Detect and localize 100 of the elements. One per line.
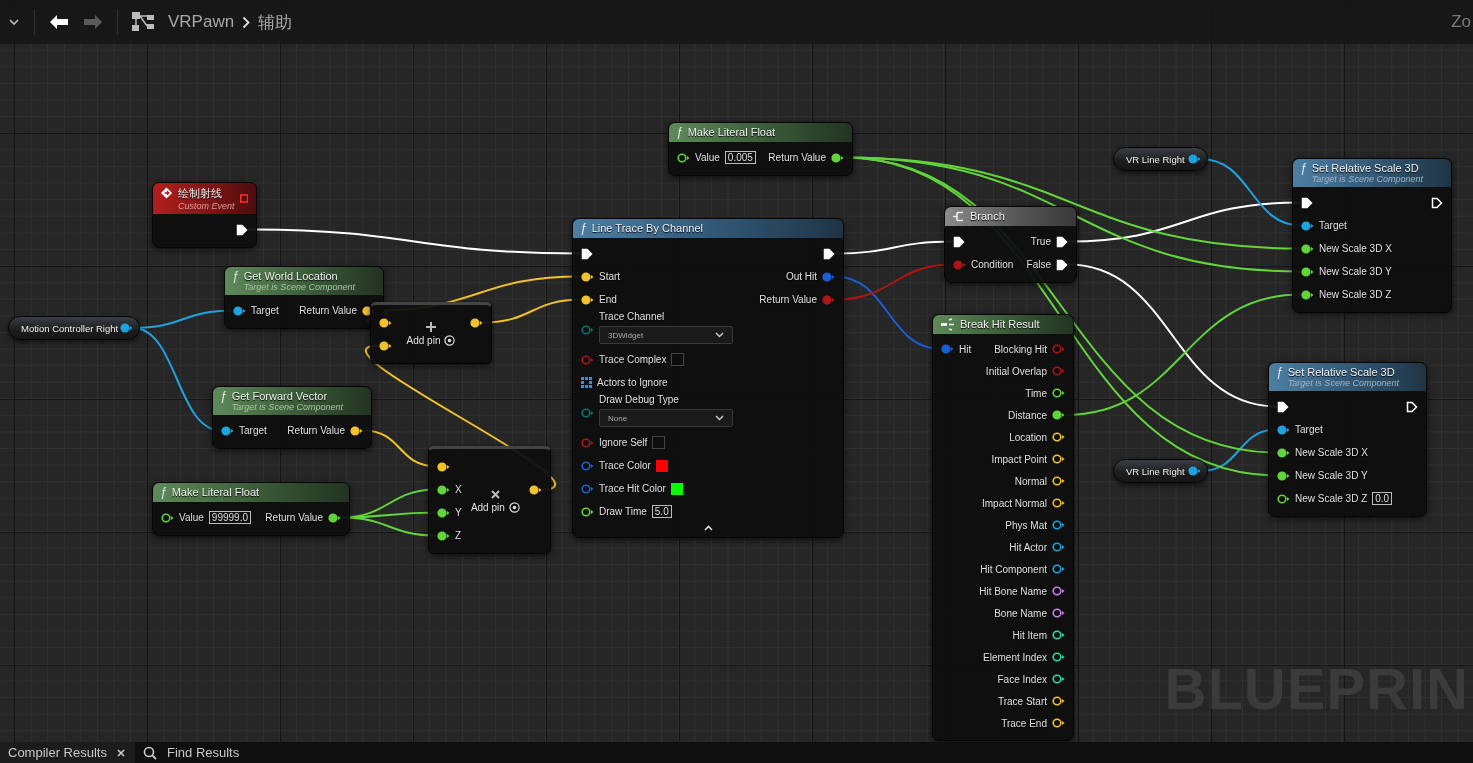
value-field[interactable]: 0.0 bbox=[1372, 492, 1393, 505]
panel-tab[interactable]: Compiler Results bbox=[0, 742, 135, 763]
data-pin-icon[interactable] bbox=[1052, 608, 1065, 618]
value-field[interactable]: 99999.0 bbox=[208, 511, 251, 524]
data-pin-icon[interactable] bbox=[1052, 410, 1065, 420]
data-pin-icon[interactable] bbox=[1052, 564, 1065, 574]
blueprint-node[interactable]: ƒ Make Literal Float Value 0.005 Return Value bbox=[668, 122, 853, 176]
exec-pin-icon[interactable] bbox=[1277, 400, 1289, 413]
exec-pin-icon[interactable] bbox=[581, 247, 593, 260]
data-pin-icon[interactable] bbox=[437, 484, 450, 495]
value-field[interactable]: 5.0 bbox=[651, 505, 672, 518]
math-node[interactable]: X Y Z Add pin bbox=[428, 446, 551, 554]
data-pin-icon[interactable] bbox=[1052, 542, 1065, 552]
data-pin-icon[interactable] bbox=[1052, 652, 1065, 662]
panel-tab[interactable]: Find Results bbox=[135, 742, 250, 763]
close-icon[interactable] bbox=[117, 748, 125, 757]
color-swatch[interactable] bbox=[670, 482, 683, 495]
checkbox[interactable] bbox=[671, 353, 685, 366]
exec-pin-icon[interactable] bbox=[823, 247, 835, 260]
data-pin-icon[interactable] bbox=[529, 484, 542, 495]
blueprint-node[interactable]: ƒ Set Relative Scale 3D Target is Scene Component Target New Scale 3D X New Scale 3D Y New Scale 3D Z 0.0 bbox=[1268, 362, 1427, 517]
blueprint-node[interactable]: ƒ Set Relative Scale 3D Target is Scene Component Target New Scale 3D X New Scale 3D Y New Scale 3D Z bbox=[1292, 158, 1452, 313]
data-pin-icon[interactable] bbox=[1188, 154, 1201, 164]
variable-node[interactable]: VR Line Right bbox=[1113, 147, 1208, 171]
dropdown[interactable]: 3DWidget bbox=[599, 326, 733, 344]
exec-pin-icon[interactable] bbox=[1056, 258, 1068, 271]
exec-pin-icon[interactable] bbox=[1056, 235, 1068, 248]
blueprint-node[interactable] bbox=[932, 314, 1074, 741]
data-pin-icon[interactable] bbox=[677, 152, 690, 163]
value-field[interactable]: 0.005 bbox=[724, 151, 756, 164]
node-subtitle: Target is Scene Component bbox=[231, 402, 343, 412]
data-pin-icon[interactable] bbox=[1277, 447, 1290, 458]
data-pin-icon[interactable] bbox=[470, 317, 483, 328]
pin-label: Distance bbox=[1008, 409, 1047, 421]
exec-pin-icon[interactable] bbox=[953, 235, 965, 248]
data-pin-icon[interactable] bbox=[1052, 454, 1065, 464]
data-pin-icon[interactable] bbox=[1052, 520, 1065, 530]
data-pin-icon[interactable] bbox=[350, 425, 363, 436]
data-pin-icon[interactable] bbox=[1301, 289, 1314, 300]
array-pin-icon[interactable] bbox=[581, 377, 592, 388]
data-pin-icon[interactable] bbox=[161, 512, 174, 523]
blueprint-node[interactable]: ƒ Get Forward Vector Target is Scene Component Target Return Value bbox=[212, 386, 372, 449]
chevron-down-icon[interactable] bbox=[8, 18, 20, 26]
data-pin-icon[interactable] bbox=[120, 323, 133, 333]
math-node[interactable]: Add pin bbox=[370, 302, 492, 364]
data-pin-icon[interactable] bbox=[437, 461, 450, 472]
data-pin-icon[interactable] bbox=[1052, 432, 1065, 442]
data-pin-icon[interactable] bbox=[221, 425, 234, 436]
variable-node[interactable]: VR Line Right bbox=[1113, 459, 1208, 483]
data-pin-icon[interactable] bbox=[1052, 696, 1065, 706]
data-pin-icon[interactable] bbox=[581, 271, 594, 282]
variable-node[interactable]: Motion Controller Right bbox=[8, 316, 140, 340]
add-pin-button[interactable]: Add pin bbox=[470, 501, 520, 513]
blueprint-node[interactable]: ƒ Line Trace By Channel Start Out Hit End Return Value Trace Channel 3DWidget Trace Complex Actors to Ignore Draw Debug Type None Ignore Self Trace Color Trace Hit Color Draw Time 5.0 bbox=[572, 218, 844, 538]
checkbox[interactable] bbox=[652, 436, 666, 449]
advanced-toggle-button[interactable] bbox=[703, 525, 713, 531]
data-pin-icon[interactable] bbox=[233, 305, 246, 316]
exec-pin-icon[interactable] bbox=[1431, 196, 1443, 209]
blueprint-node[interactable]: Branch True Condition False bbox=[944, 206, 1077, 283]
delegate-pin-icon[interactable] bbox=[239, 194, 248, 203]
breadcrumb-link[interactable]: 辅助 bbox=[258, 10, 293, 34]
data-pin-icon[interactable] bbox=[1301, 243, 1314, 254]
color-swatch[interactable] bbox=[655, 459, 668, 472]
breadcrumb-link[interactable]: VRPawn bbox=[168, 12, 235, 32]
data-pin-icon[interactable] bbox=[581, 506, 594, 517]
zoom-label: Zo bbox=[1451, 12, 1471, 32]
data-pin-icon[interactable] bbox=[1277, 470, 1290, 481]
data-pin-icon[interactable] bbox=[1052, 586, 1065, 596]
data-pin-icon[interactable] bbox=[1188, 466, 1201, 476]
exec-pin-icon[interactable] bbox=[1406, 400, 1418, 413]
data-pin-icon[interactable] bbox=[437, 530, 450, 541]
data-pin-icon[interactable] bbox=[1052, 630, 1065, 640]
data-pin-icon[interactable] bbox=[437, 507, 450, 518]
dropdown[interactable]: None bbox=[599, 409, 733, 427]
data-pin-icon[interactable] bbox=[1277, 493, 1290, 504]
data-pin-icon[interactable] bbox=[1052, 718, 1065, 728]
data-pin-icon[interactable] bbox=[1277, 424, 1290, 435]
add-pin-button[interactable]: Add pin bbox=[406, 335, 456, 346]
data-pin-icon[interactable] bbox=[328, 512, 341, 523]
chevron-up-icon bbox=[703, 525, 713, 531]
pin-label: Trace Hit Color bbox=[599, 483, 666, 494]
blueprint-node[interactable]: ƒ Make Literal Float Value 99999.0 Return Value bbox=[152, 482, 350, 536]
blueprint-node[interactable]: ƒ Get World Location Target is Scene Component Target Return Value bbox=[224, 266, 384, 329]
data-pin-icon[interactable] bbox=[1301, 266, 1314, 277]
data-pin-icon[interactable] bbox=[831, 152, 844, 163]
data-pin-icon[interactable] bbox=[1052, 388, 1065, 398]
blueprint-node[interactable]: 绘制射线 Custom Event bbox=[152, 182, 257, 248]
back-arrow-icon[interactable] bbox=[49, 14, 69, 30]
exec-pin-icon[interactable] bbox=[1301, 196, 1313, 209]
data-pin-icon[interactable] bbox=[1301, 220, 1314, 231]
data-pin-icon[interactable] bbox=[1052, 498, 1065, 508]
node-title: Set Relative Scale 3D bbox=[1311, 162, 1420, 174]
data-pin-icon[interactable] bbox=[1052, 476, 1065, 486]
data-pin-icon[interactable] bbox=[379, 340, 392, 351]
data-pin-icon[interactable] bbox=[581, 294, 594, 305]
node-title: 绘制射线 bbox=[178, 186, 224, 201]
data-pin-icon[interactable] bbox=[379, 317, 392, 328]
data-pin-icon[interactable] bbox=[1052, 674, 1065, 684]
pin-label: Draw Debug Type bbox=[599, 394, 680, 405]
exec-pin-icon[interactable] bbox=[236, 223, 248, 236]
